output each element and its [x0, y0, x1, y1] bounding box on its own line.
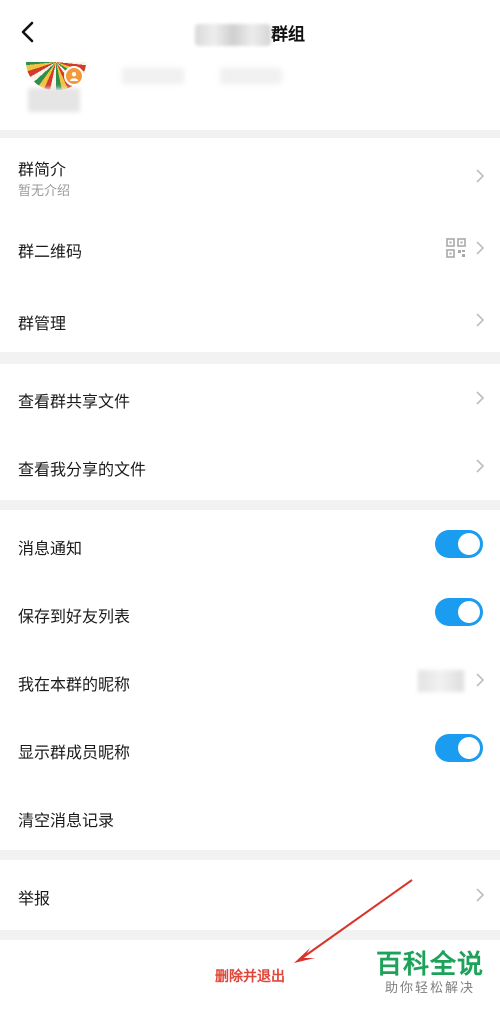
- chevron-right-icon: [476, 673, 485, 687]
- watermark-main-text: 百科全说: [375, 950, 484, 980]
- my-shared-files-row[interactable]: 查看我分享的文件: [0, 432, 500, 500]
- group-intro-label: 群简介: [18, 160, 67, 179]
- chevron-right-icon: [476, 459, 485, 473]
- notify-row: 消息通知: [0, 510, 500, 578]
- group-manage-row[interactable]: 群管理: [0, 286, 500, 352]
- page-title: 群组: [0, 20, 500, 46]
- group-qrcode-label: 群二维码: [18, 242, 83, 261]
- watermark-sub-text: 助你轻松解决: [384, 981, 475, 996]
- shared-files-label: 查看群共享文件: [18, 392, 131, 411]
- qrcode-icon: [446, 238, 466, 258]
- top-bar: 群组: [0, 0, 500, 66]
- show-nicknames-label: 显示群成员昵称: [18, 743, 131, 762]
- group-intro-value: 暂无介绍: [18, 184, 71, 199]
- show-nicknames-toggle[interactable]: [435, 734, 483, 762]
- blurred-member-avatar: [220, 68, 282, 84]
- group-intro-row[interactable]: 群简介 暂无介绍: [0, 138, 500, 210]
- page-title-suffix: 群组: [271, 25, 305, 45]
- group-qrcode-row[interactable]: 群二维码: [0, 210, 500, 286]
- my-nickname-row[interactable]: 我在本群的昵称: [0, 646, 500, 714]
- notify-toggle[interactable]: [435, 530, 483, 558]
- chevron-right-icon: [476, 313, 485, 327]
- chevron-right-icon: [476, 241, 485, 255]
- group-manage-label: 群管理: [18, 314, 67, 333]
- blurred-member-avatar: [122, 68, 184, 84]
- my-shared-files-label: 查看我分享的文件: [18, 460, 147, 479]
- shared-files-row[interactable]: 查看群共享文件: [0, 364, 500, 432]
- section-divider: [0, 500, 500, 510]
- notify-label: 消息通知: [18, 539, 83, 558]
- blurred-member-name: [28, 88, 80, 112]
- chevron-right-icon: [476, 169, 485, 183]
- clear-history-label: 清空消息记录: [18, 811, 115, 830]
- clear-history-row[interactable]: 清空消息记录: [0, 782, 500, 850]
- save-contacts-row: 保存到好友列表: [0, 578, 500, 646]
- my-nickname-label: 我在本群的昵称: [18, 675, 131, 694]
- section-divider: [0, 850, 500, 860]
- owner-badge-icon: [64, 66, 84, 86]
- watermark-logo: 百科全说 助你轻松解决: [374, 950, 486, 998]
- report-label: 举报: [18, 889, 51, 908]
- report-row[interactable]: 举报: [0, 860, 500, 930]
- group-member-avatars[interactable]: [0, 62, 500, 130]
- section-divider: [0, 130, 500, 138]
- show-nicknames-row: 显示群成员昵称: [0, 714, 500, 782]
- save-contacts-toggle[interactable]: [435, 598, 483, 626]
- section-divider: [0, 930, 500, 940]
- save-contacts-label: 保存到好友列表: [18, 607, 131, 626]
- blurred-nickname: [418, 670, 464, 692]
- chevron-right-icon: [476, 391, 485, 405]
- section-divider: [0, 352, 500, 364]
- chevron-right-icon: [476, 888, 485, 902]
- blurred-group-name: [195, 24, 271, 46]
